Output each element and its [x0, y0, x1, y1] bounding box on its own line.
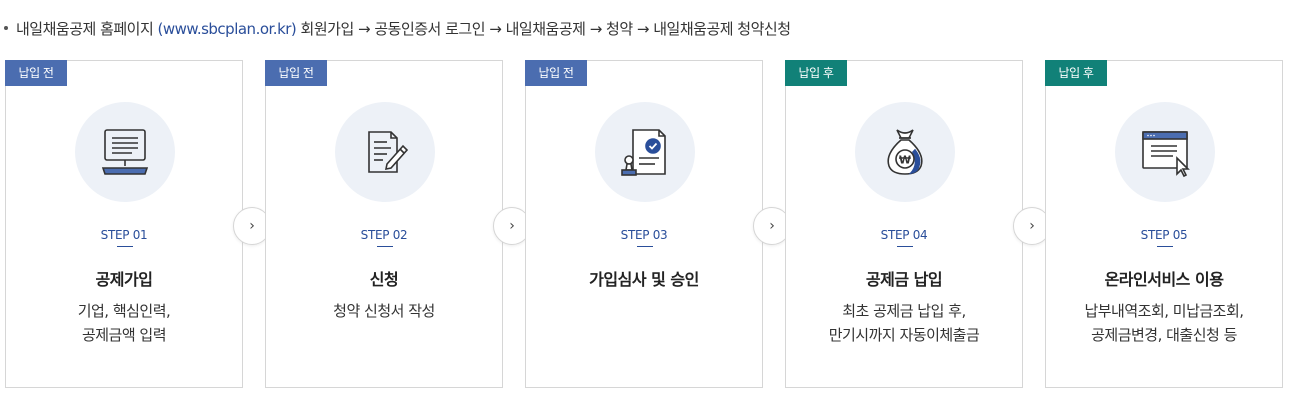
step-description-line-1: 최초 공제금 납입 후, — [842, 302, 966, 320]
step-number: STEP 04 — [880, 228, 928, 242]
bullet-icon — [4, 25, 8, 30]
homepage-url: (www.sbcplan.or.kr) — [157, 20, 297, 38]
step-number: STEP 03 — [620, 228, 668, 242]
step-card-4: 납입 후 ₩ STEP 04 공제금 납입 최초 공제금 납입 후, 만기시까지… — [785, 60, 1023, 388]
step-description-line-1: 청약 신청서 작성 — [333, 302, 435, 320]
money-bag-icon: ₩ — [887, 129, 923, 175]
step-title: 신청 — [369, 270, 399, 289]
step-divider — [377, 246, 393, 247]
step-divider — [897, 246, 913, 247]
status-badge: 납입 후 — [785, 60, 847, 86]
step-description: 납부내역조회, 미납금조회, 공제금변경, 대출신청 등 — [1046, 299, 1282, 347]
instruction-prefix: 내일채움공제 홈페이지 — [16, 20, 158, 38]
step-card-5: 납입 후 STEP 05 온라인서비스 이용 납부내역조회, 미납금조회, 공제… — [1045, 60, 1283, 388]
step-title: 공제금 납입 — [865, 270, 943, 289]
status-badge: 납입 전 — [265, 60, 327, 86]
step-description-line-2: 만기시까지 자동이체출금 — [828, 326, 980, 344]
step-card-3: 납입 전 STEP 03 가입심사 및 승인 — [525, 60, 763, 388]
step-divider — [117, 246, 133, 247]
step-title: 온라인서비스 이용 — [1104, 270, 1224, 289]
step-number: STEP 01 — [100, 228, 148, 242]
icon-circle: ₩ — [855, 102, 955, 202]
step-number: STEP 05 — [1140, 228, 1188, 242]
step-description: 기업, 핵심인력, 공제금액 입력 — [6, 299, 242, 347]
step-description: 청약 신청서 작성 — [266, 299, 502, 323]
status-badge: 납입 전 — [525, 60, 587, 86]
step-card-2: 납입 전 STEP 02 신청 청약 신청서 작성 — [265, 60, 503, 388]
step-card-1: 납입 전 STEP 01 공제가입 기업, 핵심인력, 공제금액 입력 — [5, 60, 243, 388]
icon-circle — [595, 102, 695, 202]
icon-circle — [1115, 102, 1215, 202]
step-description-line-2: 공제금액 입력 — [81, 326, 167, 344]
step-description-line-1: 기업, 핵심인력, — [77, 302, 171, 320]
step-divider — [1157, 246, 1173, 247]
status-badge: 납입 전 — [5, 60, 67, 86]
step-number: STEP 02 — [360, 228, 408, 242]
browser-window-icon — [1142, 131, 1190, 178]
step-title: 가입심사 및 승인 — [589, 270, 699, 289]
status-badge: 납입 후 — [1045, 60, 1107, 86]
computer-icon — [101, 129, 149, 175]
svg-text:₩: ₩ — [899, 154, 911, 167]
step-description-line-1: 납부내역조회, 미납금조회, — [1084, 302, 1244, 320]
step-divider — [637, 246, 653, 247]
icon-circle — [75, 102, 175, 202]
step-title: 공제가입 — [95, 270, 153, 289]
stamp-approval-icon — [621, 129, 666, 176]
step-description-line-2: 공제금변경, 대출신청 등 — [1091, 326, 1237, 344]
icon-circle — [335, 102, 435, 202]
instruction-suffix: 회원가입 → 공동인증서 로그인 → 내일채움공제 → 청약 → 내일채움공제 … — [296, 20, 791, 38]
document-pen-icon — [368, 131, 409, 173]
step-description: 최초 공제금 납입 후, 만기시까지 자동이체출금 — [786, 299, 1022, 347]
instruction-text: 내일채움공제 홈페이지 (www.sbcplan.or.kr) 회원가입 → 공… — [4, 18, 791, 39]
